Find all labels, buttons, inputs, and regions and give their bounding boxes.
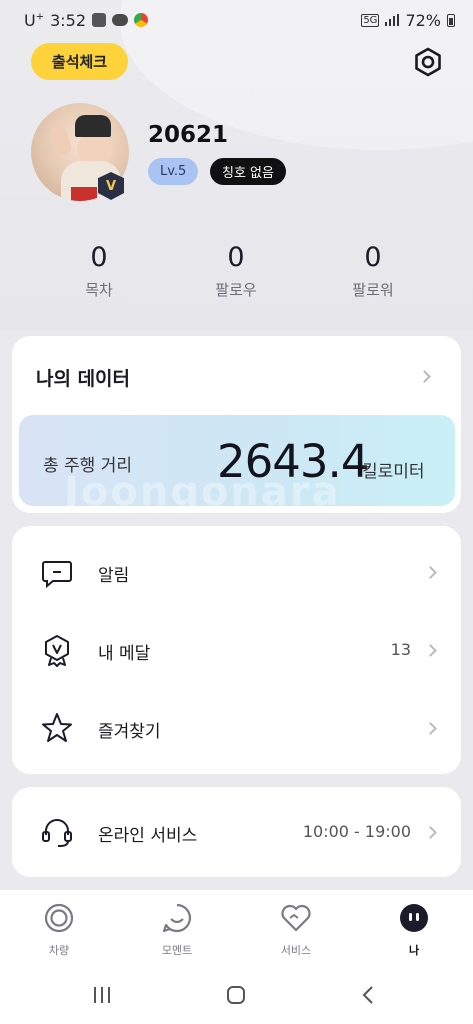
medal-icon	[45, 635, 69, 667]
bottom-nav: 차량 모멘트 서비스 나	[0, 890, 473, 966]
stat-label: 팔로워	[352, 281, 394, 299]
stat-posts[interactable]: 0 목차	[39, 242, 159, 300]
status-bar: U+ 3:52 5G 72%	[0, 0, 473, 40]
chevron-right-icon	[424, 644, 437, 657]
total-distance-panel: Joongonara 총 주행 거리 2643.4 킬로미터	[19, 415, 455, 506]
recent-apps-icon	[94, 987, 110, 1003]
gallery-icon	[92, 13, 107, 27]
menu-item-medals[interactable]: 내 메달 13	[12, 620, 461, 680]
heart-icon	[281, 904, 311, 932]
menu-item-notifications[interactable]: 알림	[12, 542, 461, 602]
recent-apps-button[interactable]	[88, 982, 116, 1008]
status-right: 5G 72%	[361, 11, 455, 30]
carrier-name: U	[24, 10, 36, 30]
menu-item-value: 13	[390, 640, 411, 659]
distance-label: 총 주행 거리	[43, 456, 133, 476]
kakaotalk-icon	[112, 14, 129, 26]
home-icon	[227, 986, 245, 1004]
hexagon-gear-icon	[415, 47, 441, 77]
stat-label: 목차	[85, 281, 113, 299]
stat-followers[interactable]: 0 팔로워	[313, 242, 433, 300]
signal-icon	[385, 14, 400, 26]
stat-value: 0	[227, 242, 245, 273]
smile-bubble-icon	[162, 903, 192, 933]
level-badge[interactable]: Lv.5	[148, 158, 199, 185]
stat-label: 팔로우	[215, 281, 257, 299]
online-service-label: 온라인 서비스	[98, 826, 198, 846]
tab-label: 서비스	[280, 944, 312, 957]
chevron-right-icon	[424, 722, 437, 735]
avatar-hand	[48, 123, 74, 157]
car-ring-icon	[44, 903, 74, 933]
chrome-icon	[134, 13, 149, 27]
checkin-button[interactable]: 출석체크	[31, 43, 128, 80]
message-icon	[42, 561, 72, 589]
menu-item-online-service[interactable]: 온라인 서비스 10:00 - 19:00	[12, 802, 461, 862]
menu-item-label: 알림	[98, 566, 130, 586]
stat-value: 0	[364, 242, 382, 273]
clock: 3:52	[50, 10, 87, 30]
tab-label: 모멘트	[161, 944, 193, 957]
headset-icon	[42, 819, 72, 847]
carrier: U+	[24, 11, 44, 30]
carrier-sup: +	[35, 11, 45, 23]
battery-icon	[447, 13, 455, 27]
my-data-title: 나의 데이터	[36, 368, 131, 390]
system-nav-bar	[0, 966, 473, 1024]
tab-me[interactable]: 나	[374, 902, 454, 958]
network-type: 5G	[361, 13, 380, 27]
menu-item-label: 즐겨찾기	[98, 722, 161, 742]
online-service-hours: 10:00 - 19:00	[302, 822, 411, 841]
menu-card: 알림 내 메달 13 즐겨찾기	[12, 526, 461, 774]
avatar-red-cloth	[71, 187, 97, 201]
stat-following[interactable]: 0 팔로우	[176, 242, 296, 300]
chevron-right-icon	[418, 370, 431, 383]
tab-label: 차량	[48, 944, 70, 957]
distance-unit: 킬로미터	[362, 462, 425, 482]
back-icon	[362, 986, 373, 1004]
chevron-right-icon	[424, 566, 437, 579]
home-button[interactable]	[222, 982, 250, 1008]
tab-moment[interactable]: 모멘트	[137, 902, 217, 958]
star-icon	[42, 713, 72, 742]
distance-value: 2643.4	[217, 435, 369, 488]
my-data-card[interactable]: 나의 데이터 Joongonara 총 주행 거리 2643.4 킬로미터	[12, 336, 461, 513]
tab-vehicle[interactable]: 차량	[19, 902, 99, 958]
back-button[interactable]	[354, 982, 382, 1008]
online-service-card: 온라인 서비스 10:00 - 19:00	[12, 787, 461, 877]
me-face-icon	[400, 904, 428, 932]
tab-service[interactable]: 서비스	[256, 902, 336, 958]
avatar-hat	[75, 115, 111, 137]
username: 20621	[148, 122, 229, 148]
menu-item-favorites[interactable]: 즐겨찾기	[12, 698, 461, 758]
battery-percent: 72%	[405, 10, 441, 30]
settings-button[interactable]	[410, 44, 446, 80]
status-left: U+ 3:52	[24, 10, 149, 30]
title-badge[interactable]: 칭호 없음	[210, 158, 286, 185]
menu-item-label: 내 메달	[98, 644, 151, 664]
chevron-right-icon	[424, 826, 437, 839]
stat-value: 0	[90, 242, 108, 273]
tab-label: 나	[408, 944, 420, 957]
